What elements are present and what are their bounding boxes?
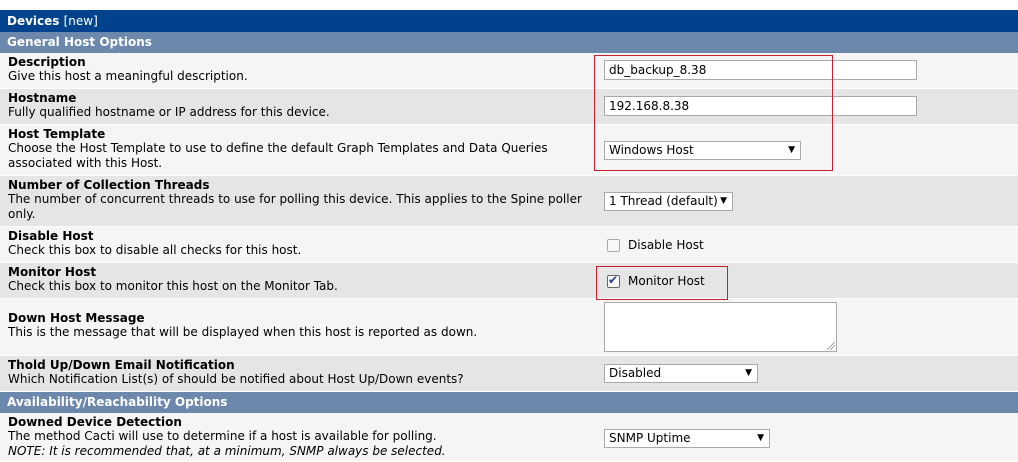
host-template-help: Choose the Host Template to use to defin…	[8, 141, 548, 170]
disable-host-title: Disable Host	[8, 229, 94, 243]
host-template-label-group: Host Template Choose the Host Template t…	[8, 127, 588, 171]
thold-notification-title: Thold Up/Down Email Notification	[8, 358, 235, 372]
monitor-host-control: ✔ Monitor Host	[604, 272, 705, 290]
downed-detection-selected: SNMP Uptime	[609, 431, 691, 445]
monitor-host-help: Check this box to monitor this host on t…	[8, 279, 338, 293]
disable-host-control: Disable Host	[604, 236, 704, 254]
host-template-row: Host Template Choose the Host Template t…	[0, 125, 1018, 176]
page-title-bar: Devices [new]	[0, 10, 1018, 32]
description-help: Give this host a meaningful description.	[8, 69, 248, 83]
new-tag: [new]	[63, 14, 98, 28]
down-message-control	[604, 302, 837, 352]
section-general-header: General Host Options	[0, 32, 1018, 53]
monitor-host-row: Monitor Host Check this box to monitor t…	[0, 263, 1018, 299]
hostname-control: 192.168.8.38	[604, 96, 917, 116]
devices-edit-page: Devices [new] General Host Options Descr…	[0, 0, 1018, 462]
threads-select[interactable]: 1 Thread (default) ▼	[604, 192, 733, 211]
description-title: Description	[8, 55, 86, 69]
resize-grip-icon[interactable]	[827, 342, 835, 350]
section-availability-header: Availability/Reachability Options	[0, 392, 1018, 413]
monitor-host-checkbox[interactable]: ✔	[607, 272, 620, 288]
downed-detection-select[interactable]: SNMP Uptime ▼	[604, 429, 770, 448]
thold-notification-label-group: Thold Up/Down Email Notification Which N…	[8, 358, 588, 387]
description-row: Description Give this host a meaningful …	[0, 53, 1018, 89]
disable-host-help: Check this box to disable all checks for…	[8, 243, 302, 257]
threads-label-group: Number of Collection Threads The number …	[8, 178, 588, 222]
description-input[interactable]: db_backup_8.38	[604, 60, 917, 80]
chevron-down-icon: ▼	[788, 145, 795, 155]
hostname-help: Fully qualified hostname or IP address f…	[8, 105, 330, 119]
monitor-host-checkbox-group[interactable]: ✔ Monitor Host	[604, 272, 705, 290]
monitor-host-label-group: Monitor Host Check this box to monitor t…	[8, 265, 588, 294]
downed-detection-help: The method Cacti will use to determine i…	[8, 429, 437, 443]
host-template-select[interactable]: Windows Host ▼	[604, 141, 801, 160]
threads-title: Number of Collection Threads	[8, 178, 210, 192]
downed-detection-note: NOTE: It is recommended that, at a minim…	[8, 444, 446, 458]
chevron-down-icon: ▼	[757, 433, 764, 443]
checkmark-icon: ✔	[608, 272, 619, 287]
disable-host-label-group: Disable Host Check this box to disable a…	[8, 229, 588, 258]
thold-notification-selected: Disabled	[609, 366, 662, 380]
chevron-down-icon: ▼	[745, 368, 752, 378]
host-template-title: Host Template	[8, 127, 106, 141]
thold-notification-row: Thold Up/Down Email Notification Which N…	[0, 356, 1018, 392]
thold-notification-control: Disabled ▼	[604, 364, 758, 383]
threads-row: Number of Collection Threads The number …	[0, 176, 1018, 227]
monitor-host-title: Monitor Host	[8, 265, 97, 279]
hostname-row: Hostname Fully qualified hostname or IP …	[0, 89, 1018, 125]
threads-help: The number of concurrent threads to use …	[8, 192, 582, 221]
disable-host-checkbox[interactable]	[607, 238, 620, 252]
host-template-control: Windows Host ▼	[604, 141, 801, 160]
threads-selected: 1 Thread (default)	[609, 194, 718, 208]
hostname-input[interactable]: 192.168.8.38	[604, 96, 917, 116]
disable-host-checkbox-group[interactable]: Disable Host	[604, 236, 704, 254]
downed-detection-control: SNMP Uptime ▼	[604, 429, 770, 448]
downed-detection-title: Downed Device Detection	[8, 415, 182, 429]
top-strip	[0, 0, 1018, 10]
description-label-group: Description Give this host a meaningful …	[8, 55, 588, 84]
host-template-selected: Windows Host	[609, 143, 694, 157]
down-message-title: Down Host Message	[8, 311, 145, 325]
monitor-host-checkbox-label[interactable]: Monitor Host	[628, 274, 705, 288]
hostname-label-group: Hostname Fully qualified hostname or IP …	[8, 91, 588, 120]
down-message-label-group: Down Host Message This is the message th…	[8, 311, 588, 340]
description-control: db_backup_8.38	[604, 60, 917, 80]
thold-notification-help: Which Notification List(s) of should be …	[8, 372, 464, 386]
page-title: Devices	[7, 14, 60, 28]
hostname-title: Hostname	[8, 91, 77, 105]
downed-detection-label-group: Downed Device Detection The method Cacti…	[8, 415, 588, 459]
threads-control: 1 Thread (default) ▼	[604, 192, 733, 211]
disable-host-row: Disable Host Check this box to disable a…	[0, 227, 1018, 263]
disable-host-checkbox-label[interactable]: Disable Host	[628, 238, 704, 252]
down-message-textarea[interactable]	[604, 302, 837, 352]
thold-notification-select[interactable]: Disabled ▼	[604, 364, 758, 383]
down-message-help: This is the message that will be display…	[8, 325, 478, 339]
downed-detection-row: Downed Device Detection The method Cacti…	[0, 413, 1018, 462]
chevron-down-icon: ▼	[720, 196, 727, 206]
down-message-row: Down Host Message This is the message th…	[0, 299, 1018, 356]
